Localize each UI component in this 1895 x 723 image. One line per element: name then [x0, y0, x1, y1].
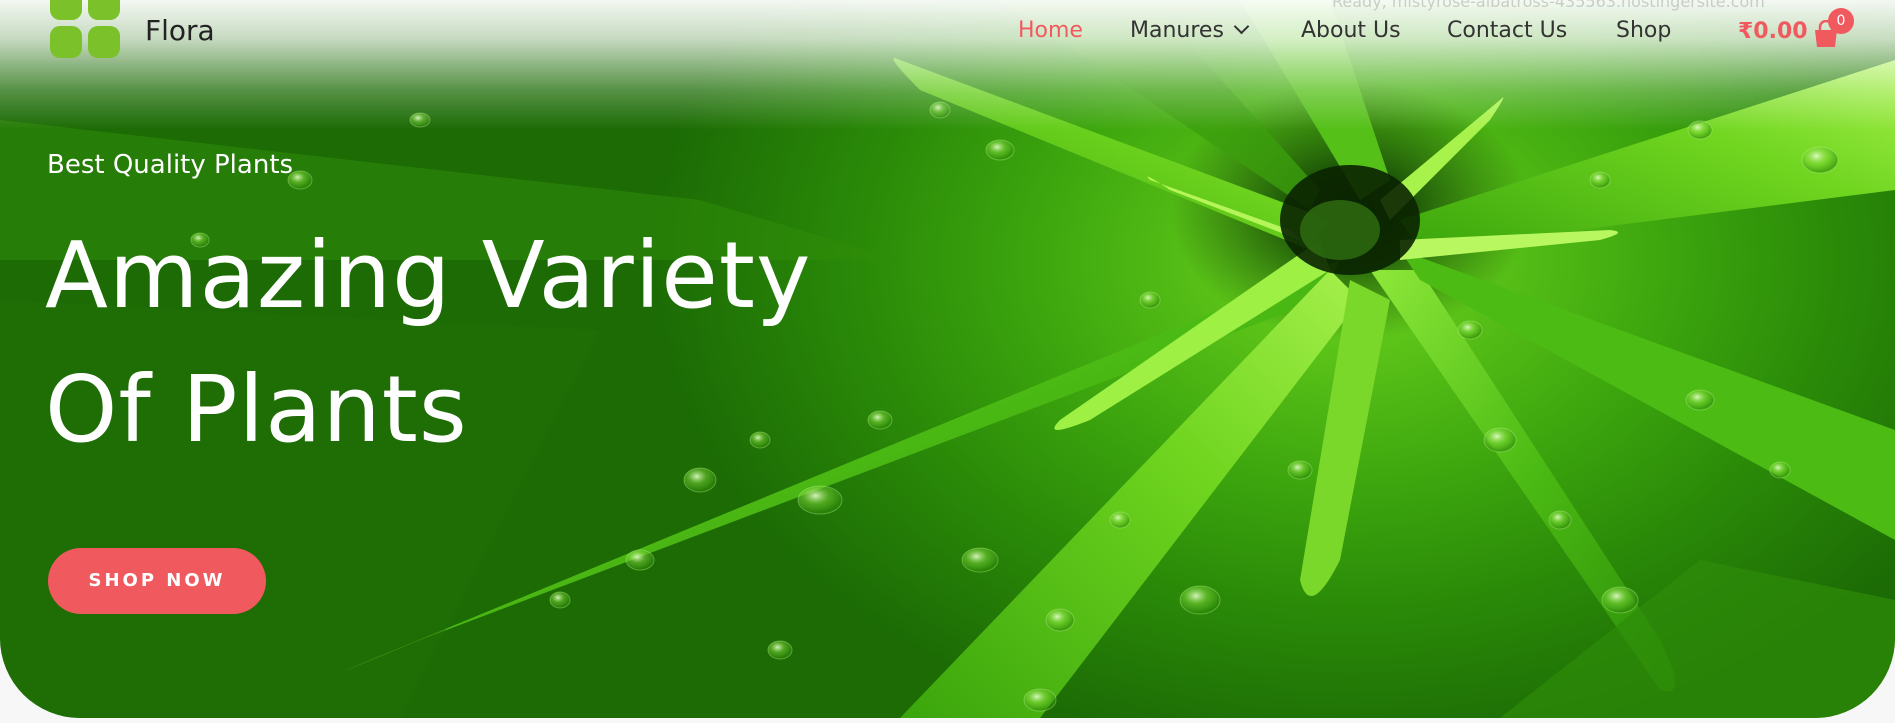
- four-leaf-logo-icon[interactable]: [50, 0, 120, 68]
- cart-count-badge: 0: [1828, 8, 1854, 34]
- nav-shop[interactable]: Shop: [1616, 18, 1671, 48]
- brand-name[interactable]: Flora: [145, 14, 215, 47]
- nav-home[interactable]: Home: [1018, 18, 1083, 48]
- nav-manures-label: Manures: [1130, 18, 1224, 43]
- header-fade-overlay: [0, 0, 1895, 130]
- background-url-text: Ready, mistyrose-albatross-435563.hostin…: [1332, 0, 1765, 11]
- nav-manures[interactable]: Manures: [1130, 18, 1250, 48]
- hero-headline-line2: Of Plants: [45, 356, 468, 463]
- hero-section: Ready, mistyrose-albatross-435563.hostin…: [0, 0, 1895, 718]
- nav-about[interactable]: About Us: [1301, 18, 1401, 48]
- nav-contact[interactable]: Contact Us: [1447, 18, 1567, 48]
- chevron-down-icon: [1233, 18, 1250, 35]
- shop-now-button[interactable]: SHOP NOW: [48, 548, 266, 614]
- hero-headline-line1: Amazing Variety: [45, 222, 812, 329]
- hero-eyebrow: Best Quality Plants: [47, 150, 294, 180]
- cart-total[interactable]: ₹0.00: [1738, 19, 1808, 44]
